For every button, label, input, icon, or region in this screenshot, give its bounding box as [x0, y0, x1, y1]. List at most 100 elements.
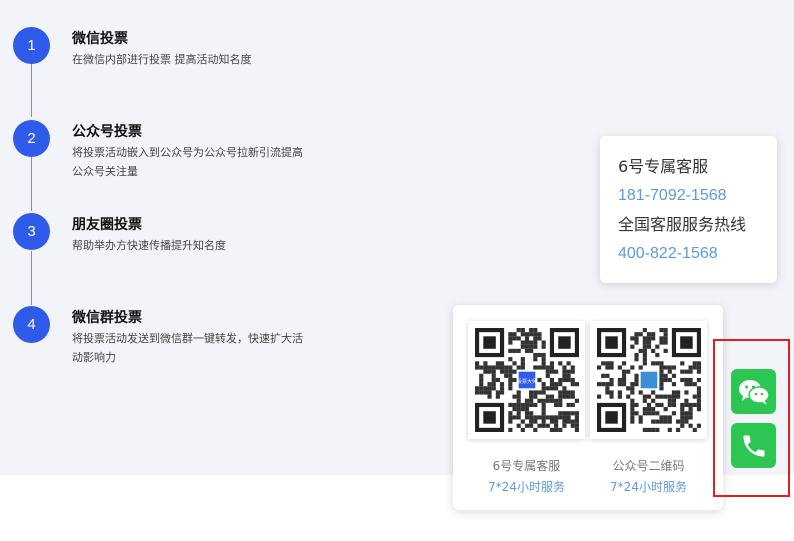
qr-module [629, 382, 634, 387]
step-title: 公众号投票 [72, 124, 142, 140]
qr-module [507, 357, 512, 362]
qr-module [692, 361, 697, 366]
timeline-connector [31, 64, 32, 117]
qr-module [633, 336, 639, 341]
qr-module [511, 361, 517, 366]
qr-module [507, 377, 512, 383]
qr-center-logo-text: 投票大师 [516, 378, 536, 385]
qr-module [663, 419, 668, 424]
qr-module [524, 398, 529, 403]
qr-module [561, 377, 567, 383]
qr-module [507, 411, 512, 416]
qr-module [507, 427, 512, 432]
agent-label: 6号专属客服 [618, 157, 709, 176]
qr-module [663, 377, 668, 383]
qr-module [650, 398, 655, 403]
qr-module [511, 402, 517, 408]
qr-module [516, 336, 521, 341]
qr-module [658, 328, 664, 333]
qr-module [642, 328, 647, 333]
qr-module [683, 402, 689, 408]
qr-module [516, 398, 521, 403]
qr-module [528, 348, 533, 353]
qr-module [511, 394, 517, 399]
qr-module [642, 411, 647, 416]
qr-module [528, 411, 533, 416]
qr-module [638, 419, 643, 424]
qr-module [553, 398, 558, 403]
qr-module [528, 332, 533, 337]
qr-module [495, 390, 500, 395]
qr-module [658, 377, 664, 383]
qr-module [495, 365, 500, 370]
qr-module [482, 369, 487, 374]
qr-module [516, 411, 521, 416]
qr-module [650, 411, 655, 416]
hotline-label: 全国客服服务热线 [618, 215, 747, 234]
qr-module [663, 332, 668, 337]
qr-module [532, 336, 537, 341]
qr-module [654, 427, 659, 432]
qr-module [474, 361, 479, 366]
qr-module [608, 382, 614, 387]
qr-module [633, 357, 639, 362]
qr-code-image: 投票大师 [474, 328, 579, 432]
qr-module [549, 386, 554, 391]
qr-module [688, 369, 693, 374]
qr-module [503, 369, 508, 374]
qr-module [646, 427, 651, 432]
qr-module [574, 411, 579, 416]
qr-module [654, 402, 659, 408]
qr-module [629, 407, 634, 412]
qr-module [486, 390, 492, 395]
qr-module [486, 382, 492, 387]
qr-module [553, 369, 558, 374]
qr-module [482, 386, 487, 391]
qr-module [507, 402, 512, 408]
qr-module [679, 402, 684, 408]
qr-module [491, 369, 496, 374]
step-description: 将投票活动嵌入到公众号为公众号拉新引流提高公众号关注量 [72, 146, 303, 178]
qr-module [629, 365, 634, 370]
qr-module [683, 415, 689, 420]
qr-module [574, 382, 579, 387]
qr-module [520, 402, 525, 408]
qr-module [658, 419, 664, 424]
qr-module [541, 402, 546, 408]
qr-module [633, 352, 639, 358]
qr-module [629, 419, 634, 424]
qr-module [696, 377, 701, 383]
qr-module [524, 423, 529, 428]
qr-module [629, 398, 634, 403]
qr-module [561, 411, 567, 416]
qr-module [566, 361, 571, 366]
qr-module [549, 398, 554, 403]
agent-phone-link[interactable]: 181-7092-1568 [618, 181, 777, 210]
qr-module [561, 419, 567, 424]
qr-module [495, 394, 500, 399]
qr-module [557, 382, 562, 387]
qr-module [638, 415, 643, 420]
qr-module [566, 394, 571, 399]
qr-service-hours: 7*24小时服务 [610, 480, 687, 494]
qr-module [679, 423, 684, 428]
qr-module [524, 336, 529, 341]
qr-module [524, 332, 529, 337]
qr-module [474, 365, 479, 370]
qr-module [621, 369, 626, 374]
qr-module [671, 411, 676, 416]
qr-module [679, 419, 684, 424]
qr-module [646, 340, 651, 345]
hotline-phone-link[interactable]: 400-822-1568 [618, 239, 777, 268]
qr-module [663, 407, 668, 412]
qr-module [528, 344, 533, 349]
qr-module [507, 419, 512, 424]
wechat-button[interactable] [731, 369, 776, 414]
qr-finder-pattern [679, 336, 693, 349]
qr-module [650, 419, 655, 424]
timeline-connector [31, 251, 32, 305]
qr-module [541, 419, 546, 424]
qr-module [646, 394, 651, 399]
qr-module [621, 361, 626, 366]
phone-button[interactable] [731, 423, 776, 468]
